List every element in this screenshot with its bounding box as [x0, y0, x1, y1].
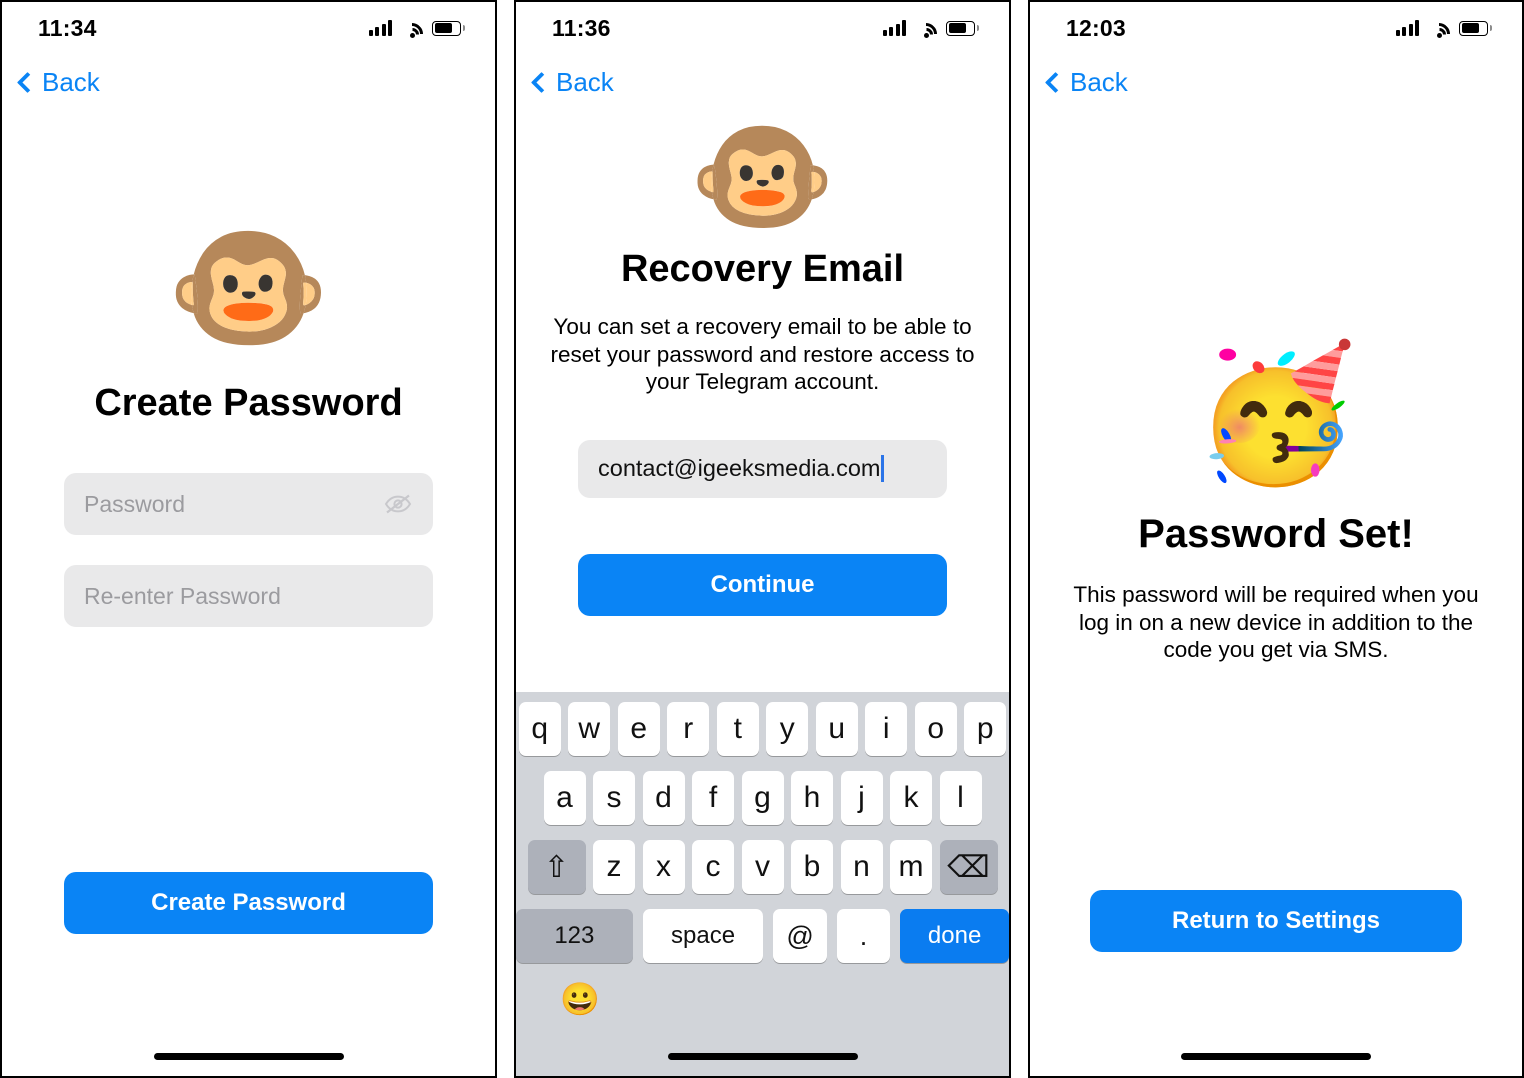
- key-j[interactable]: j: [840, 771, 883, 825]
- key-f[interactable]: f: [692, 771, 734, 825]
- back-button-label: Back: [556, 66, 614, 97]
- partying-face-emoji: 🥳: [1193, 340, 1359, 487]
- phone-screen-password-set: 12:03 Back 🥳 Password Set! This password…: [1028, 0, 1524, 1078]
- nav-bar: Back: [2, 54, 495, 110]
- monkey-face-emoji: 🐵: [689, 111, 836, 243]
- panel-gap: [497, 0, 514, 1078]
- screenshot-strip: 11:34 Back 🐵 Create Password Password Re…: [0, 0, 1524, 1078]
- status-time: 11:34: [38, 14, 97, 41]
- key-r[interactable]: r: [667, 702, 710, 756]
- shift-key[interactable]: ⇧: [527, 840, 586, 894]
- recovery-email-input[interactable]: contact@igeeksmedia.com: [578, 439, 947, 498]
- wifi-icon: [910, 18, 942, 50]
- monkey-face-emoji: 🐵: [166, 214, 331, 361]
- back-button-label: Back: [1070, 66, 1128, 97]
- done-key[interactable]: done: [900, 909, 1009, 963]
- key-o[interactable]: o: [914, 702, 957, 756]
- page-description: This password will be required when you …: [1073, 582, 1479, 662]
- key-d[interactable]: d: [642, 771, 685, 825]
- panel-gap: [1011, 0, 1028, 1078]
- reenter-password-input-placeholder: Re-enter Password: [84, 582, 281, 609]
- key-a[interactable]: a: [543, 771, 586, 825]
- key-n[interactable]: n: [840, 840, 883, 894]
- chevron-left-icon: [1044, 71, 1067, 93]
- key-e[interactable]: e: [617, 702, 660, 756]
- cellular-signal-icon: [368, 20, 392, 36]
- keyboard-row-1: q w e r t y u i o p: [516, 702, 1009, 756]
- password-fields: Password Re-enter Password: [2, 473, 495, 627]
- battery-icon: [946, 20, 979, 36]
- status-time: 12:03: [1066, 14, 1126, 41]
- key-q[interactable]: q: [518, 702, 561, 756]
- chevron-left-icon: [16, 71, 39, 93]
- key-h[interactable]: h: [791, 771, 833, 825]
- key-b[interactable]: b: [791, 840, 833, 894]
- wifi-icon: [396, 18, 428, 50]
- key-k[interactable]: k: [890, 771, 932, 825]
- nav-bar: Back: [516, 54, 1009, 110]
- keyboard-bottom-row: 😀: [516, 983, 1009, 1015]
- keyboard-row-2: a s d f g h j k l: [516, 771, 1009, 825]
- cellular-signal-icon: [1395, 20, 1419, 36]
- continue-button[interactable]: Continue: [578, 553, 947, 616]
- phone-screen-create-password: 11:34 Back 🐵 Create Password Password Re…: [0, 0, 497, 1078]
- recovery-email-value: contact@igeeksmedia.com: [598, 455, 881, 481]
- status-time: 11:36: [552, 14, 611, 41]
- home-indicator: [667, 1053, 858, 1060]
- backspace-key[interactable]: ⌫: [939, 840, 998, 894]
- key-c[interactable]: c: [692, 840, 734, 894]
- password-input-placeholder: Password: [84, 490, 185, 517]
- back-button-label: Back: [42, 66, 100, 97]
- nav-bar: Back: [1030, 54, 1522, 110]
- key-l[interactable]: l: [939, 771, 982, 825]
- key-w[interactable]: w: [568, 702, 611, 756]
- battery-icon: [432, 20, 465, 36]
- create-password-button[interactable]: Create Password: [64, 872, 433, 934]
- key-x[interactable]: x: [642, 840, 685, 894]
- cellular-signal-icon: [882, 20, 906, 36]
- key-p[interactable]: p: [964, 702, 1007, 756]
- key-z[interactable]: z: [593, 840, 635, 894]
- page-description: You can set a recovery email to be able …: [550, 314, 975, 394]
- key-t[interactable]: t: [716, 702, 759, 756]
- status-icons: [1395, 18, 1492, 50]
- eye-off-icon[interactable]: [383, 491, 413, 517]
- keyboard-row-4: 123 space @ . done: [516, 909, 1009, 963]
- on-screen-keyboard: q w e r t y u i o p a s d f g h j k l ⇧ …: [516, 692, 1009, 1076]
- key-i[interactable]: i: [865, 702, 908, 756]
- emoji-keyboard-icon[interactable]: 😀: [560, 983, 600, 1015]
- status-icons: [368, 18, 465, 50]
- key-g[interactable]: g: [741, 771, 784, 825]
- period-key[interactable]: .: [836, 909, 891, 963]
- chevron-left-icon: [530, 71, 553, 93]
- back-button[interactable]: Back: [1044, 67, 1128, 98]
- page-title: Password Set!: [1138, 512, 1414, 556]
- home-indicator: [153, 1053, 344, 1060]
- battery-icon: [1459, 20, 1492, 36]
- status-bar: 11:36: [516, 2, 1009, 54]
- reenter-password-input[interactable]: Re-enter Password: [64, 565, 433, 627]
- status-bar: 11:34: [2, 2, 495, 54]
- key-s[interactable]: s: [593, 771, 635, 825]
- back-button[interactable]: Back: [530, 67, 614, 98]
- numbers-key[interactable]: 123: [516, 909, 633, 963]
- status-bar: 12:03: [1030, 2, 1522, 54]
- phone-screen-recovery-email: 11:36 Back 🐵 Recovery Email You can set …: [514, 0, 1011, 1078]
- return-to-settings-button[interactable]: Return to Settings: [1090, 890, 1462, 952]
- key-v[interactable]: v: [741, 840, 784, 894]
- page-title: Recovery Email: [620, 248, 905, 290]
- key-y[interactable]: y: [766, 702, 809, 756]
- status-icons: [882, 18, 979, 50]
- space-key[interactable]: space: [642, 909, 764, 963]
- wifi-icon: [1423, 18, 1455, 50]
- home-indicator: [1181, 1053, 1371, 1060]
- key-m[interactable]: m: [890, 840, 932, 894]
- password-input[interactable]: Password: [64, 473, 433, 535]
- back-button[interactable]: Back: [16, 67, 100, 98]
- text-cursor: [881, 455, 884, 482]
- at-key[interactable]: @: [773, 909, 827, 963]
- keyboard-row-3: ⇧ z x c v b n m ⌫: [516, 840, 1009, 894]
- page-title: Create Password: [94, 382, 403, 424]
- key-u[interactable]: u: [815, 702, 858, 756]
